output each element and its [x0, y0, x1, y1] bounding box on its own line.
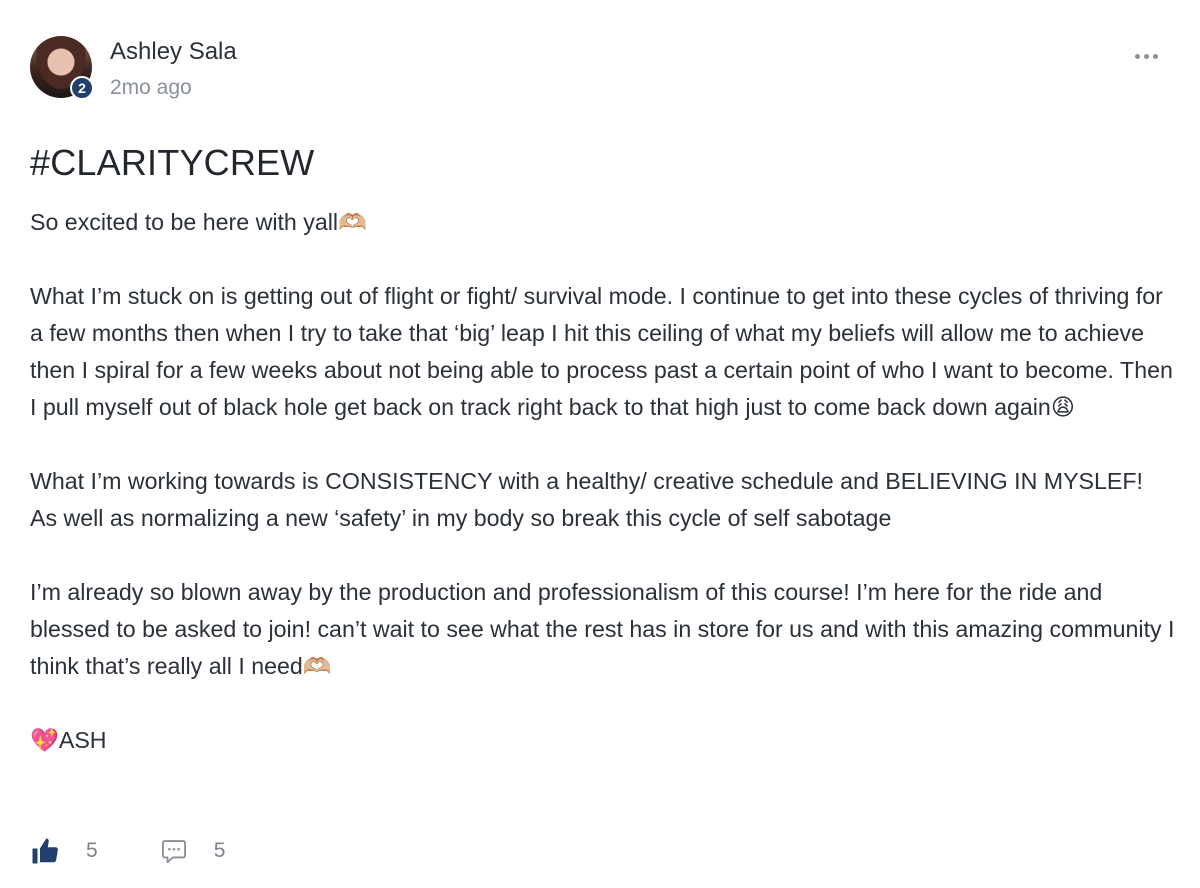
post-timestamp[interactable]: 2mo ago: [110, 76, 237, 100]
post-paragraph: What I’m stuck on is getting out of flig…: [30, 283, 1173, 420]
post-header: 2 Ashley Sala 2mo ago: [30, 36, 237, 100]
author-block: Ashley Sala 2mo ago: [110, 38, 237, 100]
comment-icon[interactable]: [160, 837, 188, 865]
post-footer: 5 5: [30, 836, 225, 866]
more-options-icon[interactable]: [1132, 44, 1160, 68]
menu-dot: [1143, 53, 1149, 59]
like-button[interactable]: 5: [30, 836, 98, 866]
post-body: So excited to be here with yall🫶🏼 What I…: [30, 204, 1175, 796]
menu-dot: [1152, 53, 1158, 59]
like-count: 5: [86, 839, 98, 862]
post-paragraph: What I’m working towards is CONSISTENCY …: [30, 468, 1143, 531]
thumbs-up-icon[interactable]: [30, 836, 60, 866]
comment-count: 5: [213, 839, 226, 862]
post-signature: 💖ASH: [30, 727, 107, 753]
post-paragraph: I’m already so blown away by the product…: [30, 579, 1175, 679]
post-paragraph: So excited to be here with yall🫶🏼: [30, 209, 367, 235]
post-title: #CLARITYCREW: [30, 142, 315, 183]
post-card: 2 Ashley Sala 2mo ago #CLARITYCREW So ex…: [0, 0, 1200, 888]
menu-dot: [1134, 53, 1140, 59]
avatar[interactable]: 2: [30, 36, 94, 100]
comment-button[interactable]: 5: [160, 837, 226, 865]
author-name[interactable]: Ashley Sala: [110, 38, 237, 66]
level-badge: 2: [70, 76, 94, 100]
